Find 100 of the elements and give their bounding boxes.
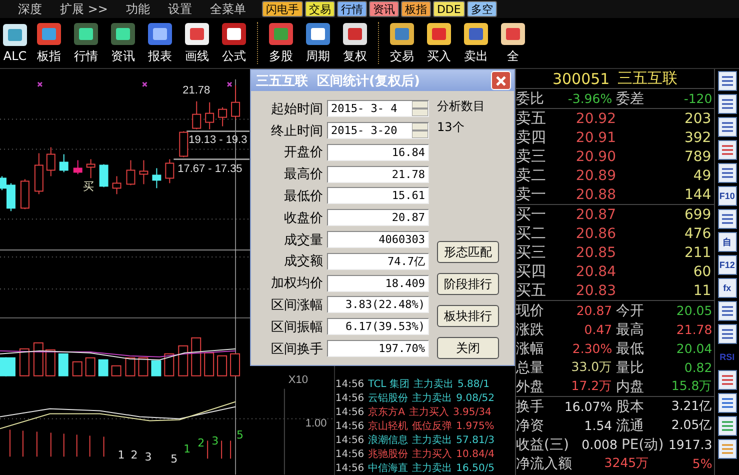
quick-button[interactable]: 资讯 — [368, 1, 399, 17]
tick-time: 14:56 — [335, 462, 364, 474]
menu-item[interactable]: 功能 — [118, 0, 158, 18]
order-price: 20.84 — [574, 264, 616, 280]
quick-button[interactable]: 行情 — [336, 1, 367, 17]
quote-value: 15.8万 — [670, 378, 714, 395]
candlestick — [139, 160, 148, 185]
tick-value: 3.95/34 — [453, 406, 492, 418]
date-field[interactable]: 2015- 3-20 — [327, 122, 429, 140]
order-price: 20.88 — [574, 186, 616, 202]
quote-label: 最低 — [615, 340, 646, 358]
toolbar-button[interactable]: ALC — [0, 18, 30, 68]
close-icon — [495, 74, 507, 87]
toolbar-icon — [342, 22, 368, 46]
signal-number: 5 — [236, 428, 244, 442]
tick-time: 14:56 — [335, 406, 364, 418]
stock-name: 中信海直 — [368, 462, 408, 475]
indicator-bar — [89, 435, 90, 458]
toolbar-icon — [36, 22, 62, 46]
signal-number: 5 — [170, 452, 178, 466]
quote-value: 0.008 — [580, 437, 618, 452]
menu-item[interactable]: 扩展 >> — [52, 0, 116, 18]
order-level: 卖二 — [516, 166, 547, 185]
quote-label: 收益(三) — [516, 436, 569, 454]
volume-bar — [204, 352, 214, 376]
list-icon[interactable] — [718, 71, 737, 91]
volume-bar — [72, 361, 82, 376]
quick-button[interactable]: 闪电手 — [262, 1, 303, 17]
candlestick — [218, 106, 228, 127]
order-level: 买一 — [516, 205, 547, 224]
quote-label: 委比 — [516, 90, 545, 108]
value-field: 6.17(39.53%) — [327, 318, 429, 336]
tick-value: 9.08/52 — [456, 392, 495, 404]
toolbar-button[interactable]: 板指 — [31, 18, 67, 68]
marker-icon — [37, 82, 43, 88]
toolbar-icon — [221, 22, 247, 46]
candlestick — [231, 84, 240, 120]
toolbar-icon — [500, 22, 526, 46]
candlestick — [59, 154, 68, 173]
quick-button[interactable]: 板指 — [400, 1, 431, 17]
date-field[interactable]: 2015- 3- 4 — [327, 100, 429, 118]
menu-item[interactable]: 深度 — [10, 0, 50, 18]
tool-button[interactable]: 自 — [718, 232, 737, 252]
tool-button[interactable]: F10 — [718, 186, 737, 206]
quote-value: 1.54 — [583, 418, 612, 433]
candlestick — [112, 176, 122, 195]
toolbar-button[interactable]: 买入 — [421, 18, 457, 68]
toolbar-button[interactable]: 公式 — [216, 18, 252, 68]
quote-label: 委差 — [615, 90, 646, 108]
dialog-button[interactable]: 关闭 — [437, 337, 499, 359]
quote-label: 最高 — [615, 320, 646, 338]
dialog-button[interactable]: 形态匹配 — [437, 241, 499, 263]
toolbar-button[interactable]: 资讯 — [105, 18, 141, 68]
order-volume: 392 — [683, 130, 712, 146]
dialog-button[interactable]: 板块排行 — [437, 305, 499, 327]
analysis-count: 13个 — [437, 119, 466, 136]
quote-value: 2.05亿 — [670, 417, 714, 434]
volume-bar — [85, 357, 96, 376]
chart-label: 21.78 — [182, 84, 210, 96]
quote-label: 现价 — [516, 302, 545, 320]
toolbar-button[interactable]: 报表 — [142, 18, 178, 68]
candlestick — [73, 160, 82, 175]
order-price: 20.89 — [574, 168, 616, 184]
quote-value: 3.21亿 — [670, 398, 714, 415]
quote-label: 总量 — [516, 358, 545, 376]
quick-button[interactable]: 多空 — [466, 1, 497, 17]
quote-value: 17.2万 — [570, 378, 612, 395]
toolbar-button[interactable]: 全 — [495, 18, 531, 68]
candlestick — [20, 178, 30, 210]
toolbar-button[interactable]: 复权 — [337, 18, 373, 68]
candlestick — [179, 130, 188, 158]
field-label: 终止时间 — [270, 122, 323, 140]
quote-label: 内盘 — [615, 378, 646, 396]
order-price: 20.91 — [574, 130, 616, 146]
order-price: 20.85 — [574, 244, 616, 260]
marker-icon — [226, 82, 232, 88]
indicator-bar — [50, 432, 52, 458]
order-level: 卖三 — [516, 147, 547, 166]
quick-button[interactable]: DDE — [432, 1, 465, 17]
dialog-button[interactable]: 阶段排行 — [437, 273, 499, 295]
candlestick — [165, 158, 174, 184]
toolbar-button[interactable]: 画线 — [179, 18, 215, 68]
value-field: 15.61 — [327, 187, 429, 204]
toolbar-button[interactable]: 行情 — [68, 18, 104, 68]
tool-button[interactable]: fx — [718, 278, 737, 298]
tick-signal: 主力卖出 — [412, 462, 452, 475]
toolbar-button[interactable]: 周期 — [300, 18, 336, 68]
menu-item[interactable]: 设置 — [160, 0, 200, 18]
chart-label: X10 — [288, 374, 308, 386]
close-button[interactable] — [491, 71, 511, 90]
menu-item[interactable]: 全菜单 — [202, 0, 254, 18]
order-volume: 60 — [692, 264, 712, 280]
toolbar-icon — [305, 22, 331, 46]
quote-label: 今开 — [615, 302, 646, 320]
quote-value: 3245万 — [603, 455, 650, 472]
toolbar-button[interactable]: 交易 — [384, 18, 420, 68]
quick-button[interactable]: 交易 — [304, 1, 335, 17]
toolbar-button[interactable]: 卖出 — [458, 18, 494, 68]
toolbar-button[interactable]: 多股 — [263, 18, 299, 68]
tool-button[interactable]: F12 — [718, 255, 737, 275]
